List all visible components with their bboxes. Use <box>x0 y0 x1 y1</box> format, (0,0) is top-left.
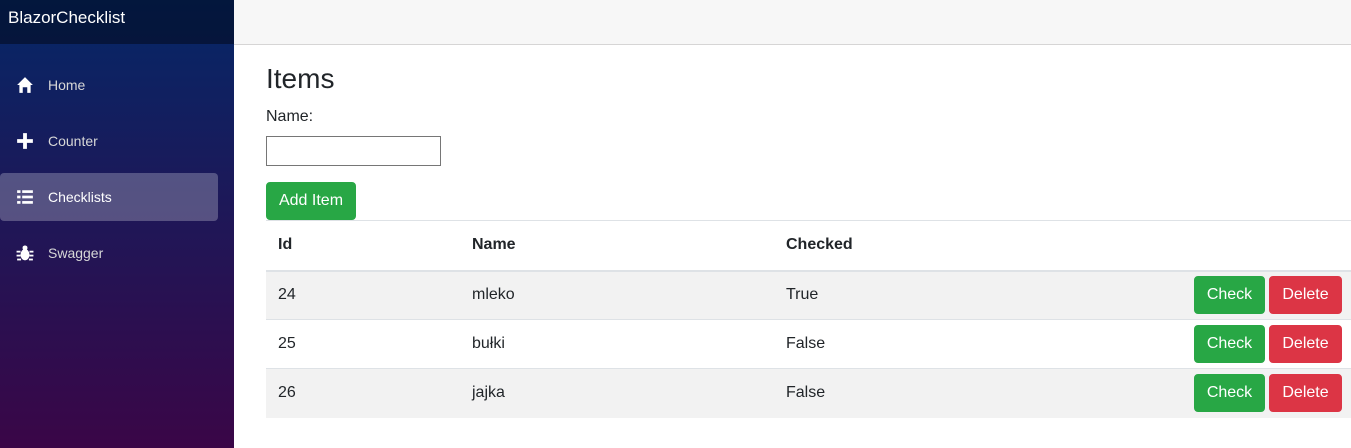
bug-icon <box>15 243 35 263</box>
table-row: 26 jajka False Check Delete <box>266 368 1351 418</box>
cell-name: jajka <box>460 368 774 418</box>
cell-id: 26 <box>266 368 460 418</box>
cell-name: mleko <box>460 270 774 320</box>
cell-actions: Check Delete <box>1194 270 1351 320</box>
cell-checked: False <box>774 368 1194 418</box>
sidebar-item-label: Checklists <box>48 189 112 205</box>
cell-actions: Check Delete <box>1194 368 1351 418</box>
delete-button[interactable]: Delete <box>1269 374 1342 413</box>
sidebar-item-label: Swagger <box>48 245 104 261</box>
name-input[interactable] <box>266 136 441 166</box>
cell-name: bułki <box>460 319 774 369</box>
table-row: 24 mleko True Check Delete <box>266 270 1351 320</box>
list-icon <box>15 187 35 207</box>
column-header-name: Name <box>460 220 774 272</box>
cell-actions: Check Delete <box>1194 319 1351 369</box>
check-button[interactable]: Check <box>1194 276 1265 315</box>
sidebar-item-label: Home <box>48 77 86 93</box>
add-item-button[interactable]: Add Item <box>266 182 356 220</box>
check-button[interactable]: Check <box>1194 374 1265 413</box>
page-title: Items <box>266 63 335 94</box>
sidebar-item-checklists[interactable]: Checklists <box>0 173 218 221</box>
name-label: Name: <box>266 108 314 125</box>
items-table: Id Name Checked 24 mleko True Check Delet… <box>266 220 1351 418</box>
cell-checked: False <box>774 319 1194 369</box>
sidebar-item-home[interactable]: Home <box>0 61 218 109</box>
top-bar <box>234 0 1351 45</box>
table-row: 25 bułki False Check Delete <box>266 319 1351 369</box>
brand-link[interactable]: BlazorChecklist <box>8 8 125 28</box>
home-icon <box>15 75 35 95</box>
plus-icon <box>15 131 35 151</box>
sidebar-item-counter[interactable]: Counter <box>0 117 218 165</box>
check-button[interactable]: Check <box>1194 325 1265 363</box>
cell-id: 25 <box>266 319 460 369</box>
table-header-row: Id Name Checked <box>266 220 1351 272</box>
brand-bar: BlazorChecklist <box>0 0 234 44</box>
delete-button[interactable]: Delete <box>1269 325 1342 363</box>
cell-checked: True <box>774 270 1194 320</box>
column-header-actions <box>1194 220 1351 272</box>
cell-id: 24 <box>266 270 460 320</box>
delete-button[interactable]: Delete <box>1269 276 1342 315</box>
sidebar: BlazorChecklist Home Counter Checklists <box>0 0 234 448</box>
column-header-id: Id <box>266 220 460 272</box>
sidebar-item-swagger[interactable]: Swagger <box>0 229 218 277</box>
column-header-checked: Checked <box>774 220 1194 272</box>
sidebar-item-label: Counter <box>48 133 98 149</box>
